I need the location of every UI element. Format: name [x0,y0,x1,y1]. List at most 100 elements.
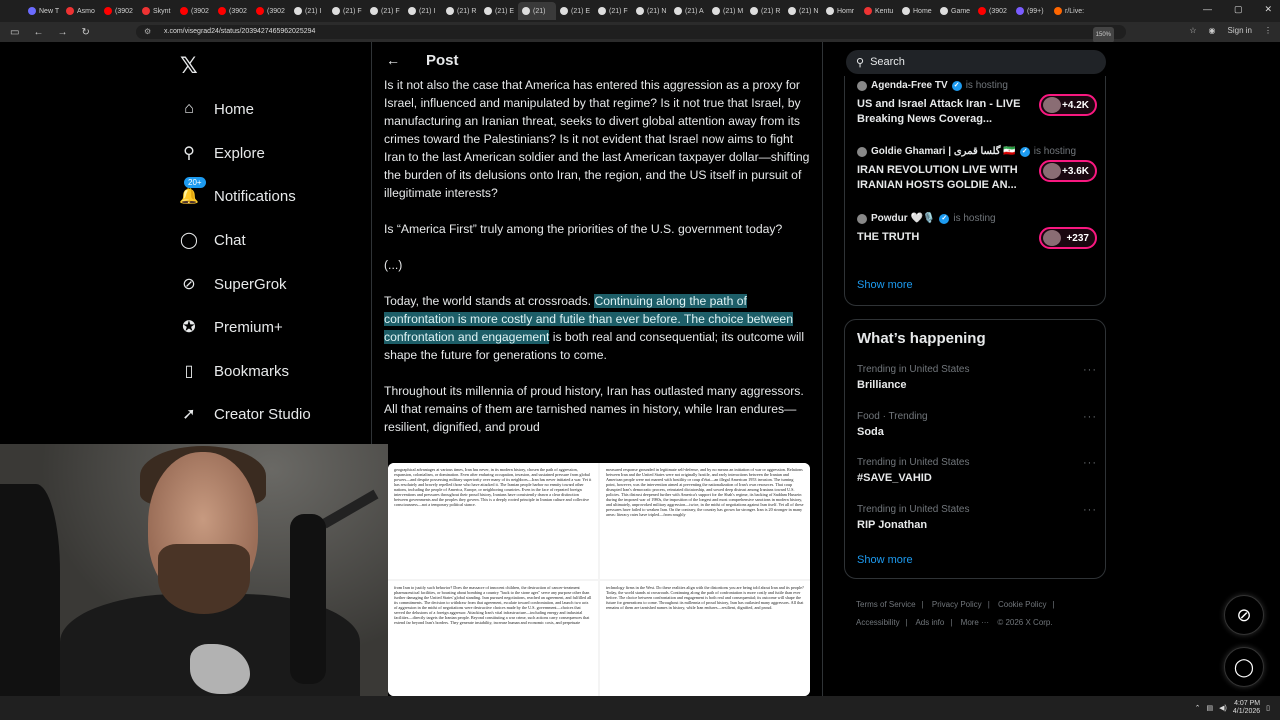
sidebar-item-label: SuperGrok [214,275,287,293]
sidebar-item-label: Home [214,100,255,118]
sidebar-item-creator-studio[interactable]: ➚ Creator Studio [178,399,310,429]
sidebar-item-premium[interactable]: ✪ Premium+ [178,312,283,342]
space-item[interactable]: Goldie Ghamari | گلسا قمری 🇮🇷 ✓ is hosting… [857,146,1097,193]
browser-tab[interactable]: (3902 [974,2,1012,20]
trend-category: Food · Trending [857,411,928,422]
trend-item[interactable]: Food · Trending Soda ··· [857,411,1097,438]
space-item[interactable]: Agenda-Free TV ✓ is hosting US and Israel A… [857,80,1097,127]
footer-link[interactable]: Accessibility [856,618,900,627]
browser-tab[interactable]: (21) N [784,2,822,20]
browser-tab[interactable]: (3902 [252,2,290,20]
site-info-icon[interactable]: ⚙ [144,25,151,39]
browser-tab[interactable]: (21) F [366,2,404,20]
browser-tab[interactable]: (21) F [594,2,632,20]
footer-link[interactable]: Terms of Service [856,600,916,609]
sidebar-item-home[interactable]: ⌂ Home [178,94,254,124]
tab-label: Asmo [77,7,95,15]
browser-tab[interactable]: (21) F [328,2,366,20]
sidebar-toggle-icon[interactable]: ▭ [10,27,19,38]
sidebar-item-chat[interactable]: ◯ Chat [178,225,246,255]
browser-tab[interactable]: (21) I [404,2,442,20]
browser-tab[interactable]: (21) R [442,2,480,20]
x-logo-icon[interactable]: 𝕏 [180,54,198,79]
more-options-icon[interactable]: ··· [1083,504,1097,516]
more-options-icon[interactable]: ··· [1083,364,1097,376]
close-icon[interactable]: ✕ [1264,4,1272,15]
sidebar-item-bookmarks[interactable]: ▯ Bookmarks [178,356,289,386]
browser-tab[interactable]: (99+) [1012,2,1050,20]
network-icon[interactable]: ▤ [1207,704,1214,712]
browser-tab[interactable]: (21) I [290,2,328,20]
volume-icon[interactable]: ◀) [1219,704,1227,712]
search-icon: ⚲ [856,56,865,69]
right-sidebar: ⚲ Search Agenda-Free TV ✓ is hosting US and… [842,42,1112,696]
sidebar-item-label: Premium+ [214,318,283,336]
notification-icon[interactable]: ▯ [1266,704,1270,712]
browser-tab[interactable]: New T [24,2,62,20]
menu-icon[interactable]: ⋮ [1264,26,1272,35]
trend-item[interactable]: Trending in United States Brilliance ··· [857,364,1097,391]
more-options-icon[interactable]: ··· [1083,457,1097,469]
grok-fab-button[interactable]: ⊘ [1224,595,1264,635]
space-title: US and Israel Attack Iran - LIVE Breakin… [857,98,1021,125]
chevron-up-icon[interactable]: ⌃ [1195,704,1201,712]
browser-tab[interactable]: Game [936,2,974,20]
search-input[interactable]: ⚲ Search [846,50,1106,74]
sidebar-item-label: Notifications [214,187,296,205]
browser-tab[interactable]: Home [898,2,936,20]
grok-icon: ⊘ [182,276,196,293]
maximize-icon[interactable]: ▢ [1234,4,1243,15]
back-arrow-icon[interactable]: ← [386,52,400,68]
browser-tab[interactable]: (21) A [670,2,708,20]
browser-tab[interactable]: (3902 [176,2,214,20]
sign-in-link[interactable]: Sign in [1228,26,1252,35]
document-image[interactable]: geographical advantages at various times… [388,463,810,696]
back-icon[interactable]: ← [33,27,43,38]
profile-icon[interactable]: ◉ [1209,26,1216,35]
document-page: measured response grounded in legitimate… [600,463,810,579]
listener-count-badge[interactable]: +4.2K [1039,94,1097,116]
footer-link[interactable]: Privacy Policy [932,600,982,609]
browser-tab[interactable]: (3902 [214,2,252,20]
browser-tab[interactable]: Skynt [138,2,176,20]
browser-tab[interactable]: (21) E [480,2,518,20]
listener-count-badge[interactable]: +3.6K [1039,160,1097,182]
space-item[interactable]: Powdur 🤍🎙️ ✓ is hosting THE TRUTH +237 [857,213,1097,249]
sidebar-item-supergrok[interactable]: ⊘ SuperGrok [178,269,287,299]
url-field[interactable]: ⚙ x.com/visegrad24/status/20394274659620… [136,25,1126,43]
clock[interactable]: 4:07 PM 4/1/2026 [1233,700,1260,716]
trends-show-more-link[interactable]: Show more [857,554,913,566]
sidebar-item-notifications[interactable]: 🔔 20+ Notifications [178,177,296,211]
footer-link[interactable]: Cookie Policy [998,600,1046,609]
browser-tab[interactable]: r/Live: [1050,2,1088,20]
sidebar-item-explore[interactable]: ⚲ Explore [178,138,265,168]
star-icon[interactable]: ☆ [1189,26,1196,35]
more-options-icon[interactable]: ··· [1083,411,1097,423]
footer-link[interactable]: Ads info [915,618,944,627]
browser-tab[interactable]: (21) [518,2,556,20]
browser-tab[interactable]: Asmo [62,2,100,20]
minimize-icon[interactable]: — [1203,4,1212,15]
footer-link[interactable]: More ··· [961,618,989,627]
browser-tab[interactable]: (21) N [632,2,670,20]
sidebar-item-label: Bookmarks [214,362,290,380]
tab-favicon-icon [332,7,340,15]
browser-tab[interactable]: (3902 [100,2,138,20]
listener-count-badge[interactable]: +237 [1039,227,1097,249]
host-name: Powdur 🤍🎙️ [871,213,936,224]
chat-fab-button[interactable]: ◯ [1224,647,1264,687]
browser-tab[interactable]: (21) E [556,2,594,20]
browser-tab[interactable]: Kentu [860,2,898,20]
hosting-label: is hosting [965,80,1008,91]
reload-icon[interactable]: ↻ [81,27,89,38]
trend-item[interactable]: Trending in United States #SAVE_VAHID ··· [857,457,1097,484]
zoom-level[interactable]: 150% [1092,27,1114,43]
browser-tab[interactable]: (21) M [708,2,746,20]
forward-icon[interactable]: → [57,27,67,38]
tab-label: (21) I [305,7,322,15]
browser-tab[interactable]: Homr [822,2,860,20]
spaces-show-more-link[interactable]: Show more [857,279,913,291]
trend-item[interactable]: Trending in United States RIP Jonathan ··· [857,504,1097,531]
hosting-label: is hosting [1033,146,1077,157]
browser-tab[interactable]: (21) R [746,2,784,20]
